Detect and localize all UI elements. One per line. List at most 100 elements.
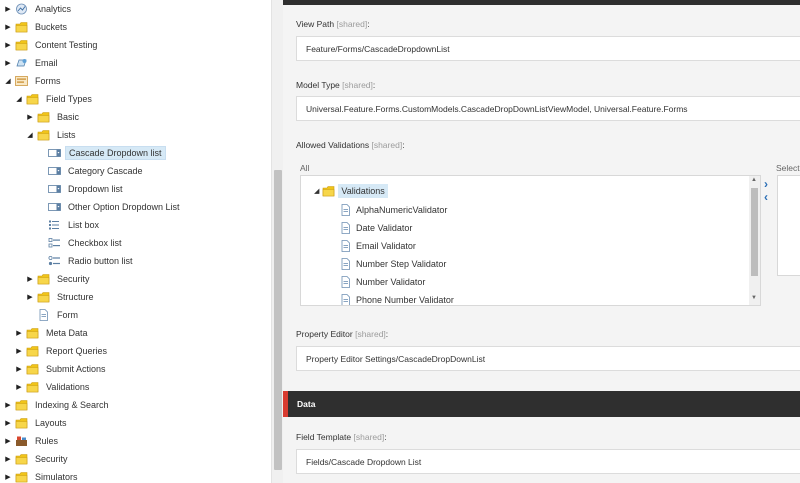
validation-item[interactable]: Phone Number Validator xyxy=(339,291,454,305)
dropdown-field-icon xyxy=(48,183,61,195)
tree-item[interactable]: ◢ Forms xyxy=(4,72,64,90)
tree-item[interactable]: Checkbox list xyxy=(37,234,125,252)
tree-item[interactable]: ▶ Content Testing xyxy=(4,36,100,54)
tree-item-label: Buckets xyxy=(35,22,68,32)
expand-arrow-icon[interactable]: ▶ xyxy=(4,436,12,446)
tree-item[interactable]: Dropdown list xyxy=(37,180,126,198)
expand-arrow-icon[interactable]: ▶ xyxy=(4,40,12,50)
tree-item[interactable]: Category Cascade xyxy=(37,162,146,180)
validations-root[interactable]: ◢ Validations xyxy=(314,182,388,200)
content-tree: ▶ Analytics ▶ Buckets ▶ Content Testing ▶ Email… xyxy=(0,0,271,483)
validation-item[interactable]: AlphaNumericValidator xyxy=(339,201,447,219)
tree-item[interactable]: ▶ Email xyxy=(4,54,61,72)
tree-item[interactable]: ▶ Report Queries xyxy=(15,342,110,360)
tree-item-label: Forms xyxy=(35,76,61,86)
scroll-up-icon[interactable]: ▲ xyxy=(751,177,757,183)
selected-validations-list[interactable] xyxy=(777,175,800,276)
tree-item[interactable]: ▶ Simulators xyxy=(4,468,81,483)
collapse-arrow-icon[interactable]: ◢ xyxy=(15,94,23,104)
tree-item-label: Security xyxy=(57,274,90,284)
tree-item[interactable]: ▶ Validations xyxy=(15,378,92,396)
tree-item[interactable]: List box xyxy=(37,216,102,234)
tree-item-label: Validations xyxy=(46,382,90,392)
tree-item-label: Content Testing xyxy=(35,40,98,50)
expand-arrow-icon[interactable]: ▶ xyxy=(15,328,23,338)
expand-arrow-icon[interactable]: ▶ xyxy=(4,472,12,482)
folder-icon xyxy=(26,327,39,339)
folder-icon xyxy=(15,21,28,33)
document-icon xyxy=(339,258,352,270)
tree-item[interactable]: ▶ Layouts xyxy=(4,414,70,432)
tree-item[interactable]: ▶ Rules xyxy=(4,432,61,450)
expand-arrow-icon[interactable]: ▶ xyxy=(15,382,23,392)
dropdown-field-icon xyxy=(48,165,61,177)
tree-item[interactable]: ▶ Structure xyxy=(26,288,97,306)
property-editor-input[interactable]: Property Editor Settings/CascadeDropDown… xyxy=(296,346,800,371)
validations-scrollbar-thumb[interactable] xyxy=(751,188,758,276)
tree-item[interactable]: Other Option Dropdown List xyxy=(37,198,183,216)
data-section-title: Data xyxy=(297,399,316,409)
tree-item[interactable]: ▶ Basic xyxy=(26,108,82,126)
expand-arrow-icon[interactable]: ▶ xyxy=(4,418,12,428)
tree-item-label: Security xyxy=(35,454,68,464)
collapse-arrow-icon[interactable]: ◢ xyxy=(26,130,34,140)
tree-item-label: Submit Actions xyxy=(46,364,106,374)
tree-item[interactable]: ▶ Indexing & Search xyxy=(4,396,112,414)
tree-scrollbar[interactable] xyxy=(271,0,283,483)
tree-item[interactable]: Cascade Dropdown list xyxy=(37,144,166,162)
move-buttons: › ‹ xyxy=(764,178,778,204)
expand-arrow-icon[interactable]: ▶ xyxy=(4,400,12,410)
tree-item-label: Field Types xyxy=(46,94,92,104)
tree-item[interactable]: ▶ Analytics xyxy=(4,0,74,18)
validation-item[interactable]: Number Validator xyxy=(339,273,425,291)
expand-arrow-icon[interactable]: ▶ xyxy=(4,4,12,14)
folder-icon xyxy=(15,417,28,429)
tree-item-label: Rules xyxy=(35,436,59,446)
expand-arrow-icon[interactable]: ▶ xyxy=(4,454,12,464)
tree-item[interactable]: ▶ Security xyxy=(26,270,93,288)
data-section-header[interactable]: Data xyxy=(283,391,800,417)
tree-scrollbar-thumb[interactable] xyxy=(274,170,282,470)
section-accent-bar xyxy=(283,391,288,417)
tree-item-label: Basic xyxy=(57,112,80,122)
document-icon xyxy=(339,240,352,252)
validation-item[interactable]: Date Validator xyxy=(339,219,412,237)
view-path-input[interactable]: Feature/Forms/CascadeDropdownList xyxy=(296,36,800,61)
field-template-input[interactable]: Fields/Cascade Dropdown List xyxy=(296,449,800,474)
model-type-input[interactable]: Universal.Feature.Forms.CustomModels.Cas… xyxy=(296,96,800,121)
tree-item[interactable]: ▶ Buckets xyxy=(4,18,70,36)
tree-item[interactable]: Form xyxy=(26,306,81,324)
validation-item[interactable]: Number Step Validator xyxy=(339,255,446,273)
all-validations-list[interactable]: ▲ ▼ ◢ Validations AlphaNumericValidator Dat… xyxy=(300,175,761,306)
expand-arrow-icon[interactable]: ▶ xyxy=(26,274,34,284)
expand-arrow-icon[interactable]: ▶ xyxy=(15,364,23,374)
tree-item[interactable]: ◢ Lists xyxy=(26,126,79,144)
tree-item-label: Form xyxy=(57,310,78,320)
folder-icon xyxy=(26,381,39,393)
checkbox-list-icon xyxy=(48,237,61,249)
property-editor-label: Property Editor [shared]: xyxy=(296,329,389,339)
tree-item-label: Structure xyxy=(57,292,94,302)
expand-arrow-icon[interactable]: ▶ xyxy=(26,112,34,122)
tree-item[interactable]: Radio button list xyxy=(37,252,136,270)
tree-item-label: Email xyxy=(35,58,58,68)
collapse-arrow-icon[interactable]: ◢ xyxy=(314,187,319,195)
collapse-arrow-icon[interactable]: ◢ xyxy=(4,76,12,86)
tree-item[interactable]: ▶ Submit Actions xyxy=(15,360,109,378)
tree-item[interactable]: ◢ Field Types xyxy=(15,90,95,108)
expand-arrow-icon[interactable]: ▶ xyxy=(15,346,23,356)
tree-item[interactable]: ▶ Meta Data xyxy=(15,324,91,342)
validations-scrollbar[interactable]: ▲ ▼ xyxy=(749,176,760,305)
tree-item[interactable]: ▶ Security xyxy=(4,450,71,468)
expand-arrow-icon[interactable]: ▶ xyxy=(26,292,34,302)
tree-item-label: Analytics xyxy=(35,4,72,14)
scroll-down-icon[interactable]: ▼ xyxy=(751,295,757,301)
dropdown-field-icon xyxy=(48,147,61,159)
validations-root-label: Validations xyxy=(338,184,388,198)
expand-arrow-icon[interactable]: ▶ xyxy=(4,22,12,32)
document-icon xyxy=(339,222,352,234)
remove-selected-button[interactable]: ‹ xyxy=(764,191,778,204)
validation-item[interactable]: Email Validator xyxy=(339,237,416,255)
tree-item-label: Simulators xyxy=(35,472,78,482)
expand-arrow-icon[interactable]: ▶ xyxy=(4,58,12,68)
